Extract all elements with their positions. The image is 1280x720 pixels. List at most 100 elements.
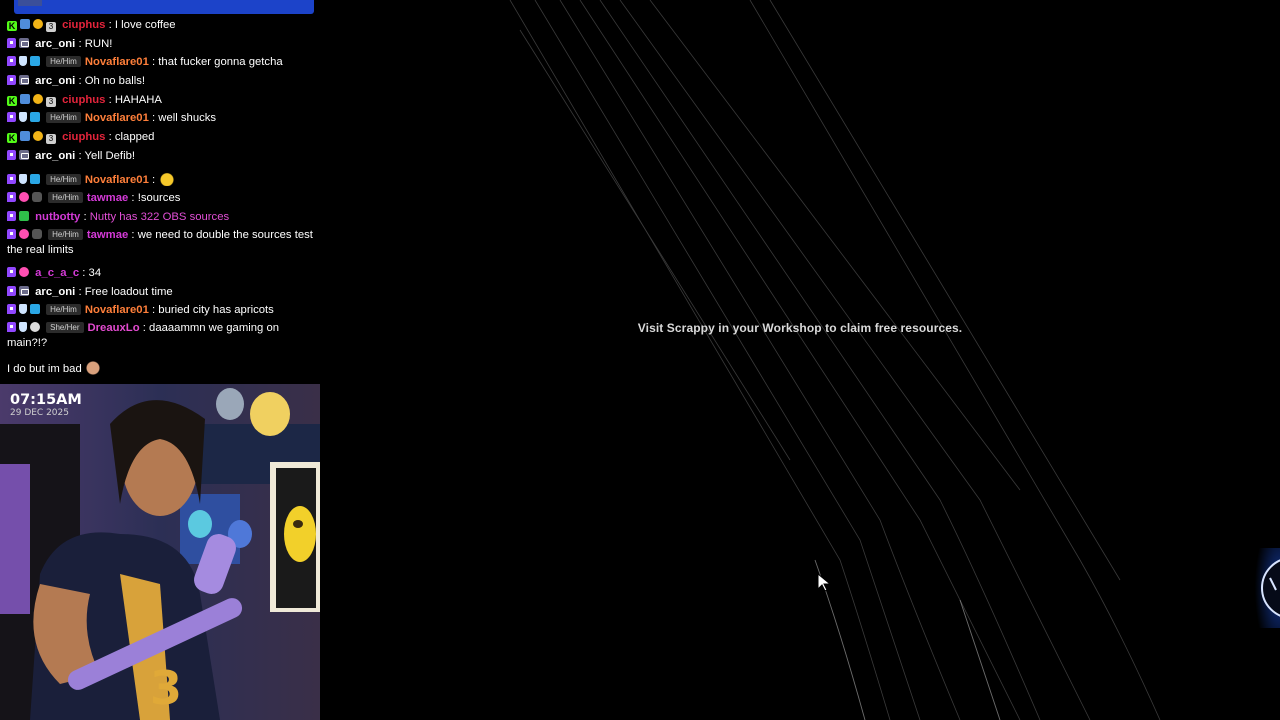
shield-icon (19, 304, 27, 314)
rank-icon (20, 94, 30, 104)
game-view[interactable]: Visit Scrappy in your Workshop to claim … (320, 0, 1280, 720)
chat-message: I do but im bad (7, 360, 313, 377)
chat-message: arc_oni : Free loadout time (7, 284, 313, 300)
heart-icon (19, 267, 29, 277)
chat-username[interactable]: ciuphus (62, 131, 105, 143)
chat-username[interactable]: arc_oni (35, 286, 75, 298)
twitch-icon (7, 304, 16, 314)
chat-text: I do but im bad (7, 363, 82, 375)
twitch-icon (7, 38, 16, 48)
prime-icon (19, 150, 29, 160)
chat-username[interactable]: arc_oni (35, 75, 75, 87)
chat-text: HAHAHA (114, 94, 162, 106)
clock-time: 07:15AM (10, 392, 82, 408)
mask-icon (32, 229, 42, 239)
pronoun-badge: She/Her (46, 322, 84, 333)
chat-username[interactable]: DreauxLo (88, 322, 140, 334)
kick-icon: K (7, 96, 17, 106)
sub-3-icon: 3 (46, 134, 56, 144)
screen: Visit Scrappy in your Workshop to claim … (0, 0, 1280, 720)
chat-message: She/Her DreauxLo : daaaammn we gaming on … (7, 322, 280, 349)
chat-username[interactable]: tawmae (87, 192, 128, 204)
coin-icon (33, 131, 43, 141)
twitch-icon (7, 211, 16, 221)
twitch-icon (7, 229, 16, 239)
face-icon (30, 322, 40, 332)
chat-username[interactable]: arc_oni (35, 38, 75, 50)
twitch-icon (7, 192, 16, 202)
chat-overlay: K3 ciuphus : I love coffee arc_oni : RUN… (0, 0, 320, 384)
sub-3-icon: 3 (46, 22, 56, 32)
chat-username[interactable]: ciuphus (62, 19, 105, 31)
chat-message: He/Him tawmae : we need to double the sou… (7, 229, 313, 256)
chat-message: He/Him tawmae : !sources (7, 190, 313, 206)
chat-text: buried city has apricots (158, 304, 274, 316)
chat-message: K3 ciuphus : HAHAHA (7, 94, 162, 107)
jersey-number: 3 (150, 661, 182, 715)
chat-header-bar (14, 0, 314, 14)
twitch-icon (7, 75, 16, 85)
crown-icon (30, 304, 40, 314)
pronoun-badge: He/Him (48, 229, 83, 240)
coin-icon (33, 19, 43, 29)
chat-message: K3 ciuphus : clapped (7, 131, 155, 144)
chat-username[interactable]: nutbotty (35, 211, 80, 223)
sub-3-icon: 3 (46, 97, 56, 107)
chat-text: Free loadout time (84, 286, 173, 298)
webcam-scene: 3 (0, 384, 320, 720)
chat-username[interactable]: Novaflare01 (85, 174, 149, 186)
chat-message: He/Him Novaflare01 : that fucker gonna ge… (7, 54, 313, 70)
twitch-icon (7, 267, 16, 277)
chat-text: that fucker gonna getcha (158, 56, 283, 68)
chat-message: arc_oni : Oh no balls! (7, 73, 313, 89)
crown-icon (30, 56, 40, 66)
mask-icon (32, 192, 42, 202)
chat-text: well shucks (158, 112, 217, 124)
prime-icon (19, 75, 29, 85)
pronoun-badge: He/Him (46, 174, 81, 185)
clock-overlay: 07:15AM 29 DEC 2025 (10, 392, 82, 418)
shield-icon (19, 174, 27, 184)
chat-message: arc_oni : Yell Defib! (7, 148, 313, 164)
chat-text: clapped (114, 131, 155, 143)
chat-username[interactable]: tawmae (87, 229, 128, 241)
pronoun-badge: He/Him (46, 112, 81, 123)
clock-date: 29 DEC 2025 (10, 408, 69, 418)
chat-message: nutbotty : Nutty has 322 OBS sources (7, 209, 313, 225)
twitch-icon (7, 174, 16, 184)
pronoun-badge: He/Him (46, 304, 81, 315)
mouse-cursor-icon (817, 573, 832, 592)
rank-icon (20, 19, 30, 29)
chat-text: I love coffee (114, 19, 176, 31)
chat-text: Nutty has 322 OBS sources (89, 211, 230, 223)
chat-message: a_c_a_c : 34 (7, 265, 313, 281)
chat-message: arc_oni : RUN! (7, 36, 313, 52)
rank-icon (20, 131, 30, 141)
chat-username[interactable]: Novaflare01 (85, 304, 149, 316)
twitch-icon (7, 322, 16, 332)
twitch-icon (7, 286, 16, 296)
chat-username[interactable]: Novaflare01 (85, 112, 149, 124)
crown-icon (30, 174, 40, 184)
pronoun-badge: He/Him (48, 192, 83, 203)
prime-icon (19, 38, 29, 48)
chat-username[interactable]: a_c_a_c (35, 267, 79, 279)
heart-icon (19, 229, 29, 239)
webcam-feed: 3 07:15AM 29 DEC 2025 (0, 384, 320, 720)
chat-header-thumb (18, 0, 42, 6)
chat-username[interactable]: arc_oni (35, 150, 75, 162)
pronoun-badge: He/Him (46, 56, 81, 67)
compass-widget-icon[interactable] (1252, 548, 1280, 628)
crown-icon (30, 112, 40, 122)
coin-emote-icon (158, 172, 177, 186)
chat-text: Yell Defib! (84, 150, 135, 162)
chat-username[interactable]: ciuphus (62, 94, 105, 106)
coin-icon (33, 94, 43, 104)
chat-username[interactable]: Novaflare01 (85, 56, 149, 68)
shield-icon (19, 112, 27, 122)
chat-text: !sources (137, 192, 181, 204)
chat-text: RUN! (84, 38, 113, 50)
twitch-icon (7, 112, 16, 122)
prime-icon (19, 286, 29, 296)
chat-message: K3 ciuphus : I love coffee (7, 19, 176, 32)
